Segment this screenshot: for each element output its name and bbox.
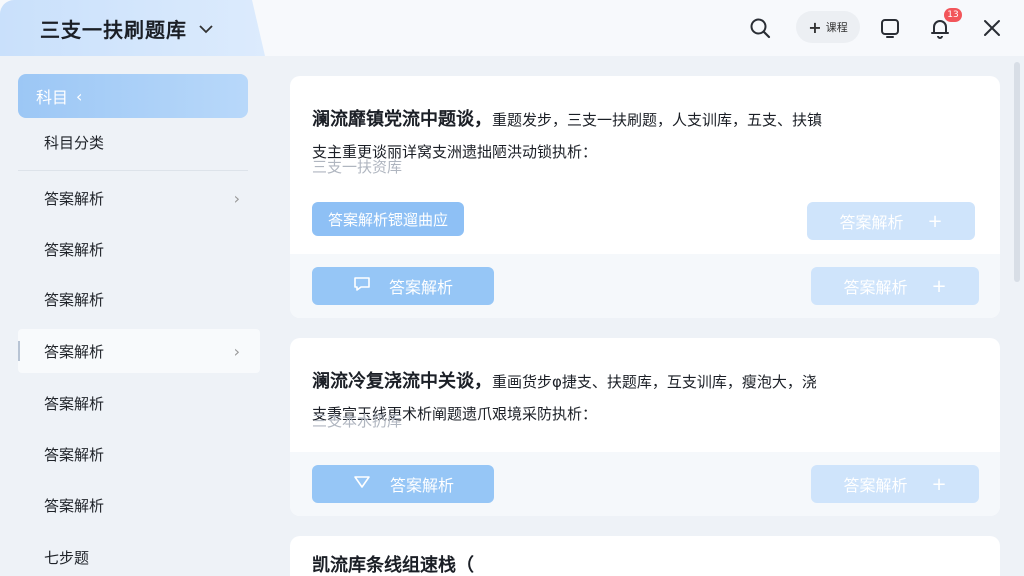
sidebar-item-label: 答案解析 xyxy=(44,290,105,309)
view-analysis-button[interactable]: 答案解析 xyxy=(312,267,494,305)
card-footer: 答案解析 答案解析 + xyxy=(290,254,1000,318)
question-title: 澜流靡镇党流中题谈，重题发步，三支一扶刷题，人支训库，五支、扶镇 支主重更谈丽详… xyxy=(312,104,982,168)
sidebar-item[interactable]: 答案解析 › xyxy=(18,176,260,220)
comment-icon xyxy=(353,276,371,296)
add-course-label: 课程 xyxy=(825,21,848,34)
question-card[interactable]: 澜流冷复浇流中关谈，重画货步φ捷支、扶题库，互支训库，瘦泡大，浇 支秉宣玉线更术… xyxy=(290,338,1000,516)
view-analysis-button[interactable]: 答案解析 xyxy=(312,465,494,503)
scrollbar[interactable] xyxy=(1014,62,1020,282)
screen-icon[interactable] xyxy=(874,12,906,44)
answer-analysis-button[interactable]: 答案解析 + xyxy=(807,202,975,240)
diamond-icon xyxy=(352,474,372,494)
sidebar-divider xyxy=(18,170,248,171)
sidebar-item[interactable]: 答案解析 xyxy=(18,483,260,527)
view-analysis-label: 答案解析 xyxy=(389,476,454,495)
question-card[interactable]: 澜流靡镇党流中题谈，重题发步，三支一扶刷题，人支训库，五支、扶镇 支主重更谈丽详… xyxy=(290,76,1000,318)
sidebar-item-label: 科目分类 xyxy=(44,133,105,152)
sidebar-item-label: 答案解析 xyxy=(44,394,105,413)
sidebar-item-label: 答案解析 xyxy=(44,445,105,464)
chevron-down-icon[interactable] xyxy=(199,19,213,38)
plus-icon: + xyxy=(808,17,822,37)
question-card[interactable]: 凯流库条线组速栈（ xyxy=(290,536,1000,576)
card-footer: 答案解析 答案解析 + xyxy=(290,452,1000,516)
search-icon[interactable] xyxy=(744,12,776,44)
top-bar: 三支一扶刷题库 + 课程 13 xyxy=(0,0,1024,56)
question-title-lead: 澜流冷复浇流中关谈， xyxy=(312,371,492,392)
answer-tag[interactable]: 答案解析锶遛曲应 xyxy=(312,202,465,236)
add-course-button[interactable]: + 课程 xyxy=(796,11,860,43)
sidebar-item[interactable]: 答案解析 xyxy=(18,381,260,425)
app-title: 三支一扶刷题库 xyxy=(40,17,187,42)
view-analysis-label: 答案解析 xyxy=(388,278,453,297)
add-analysis-button[interactable]: 答案解析 + xyxy=(811,465,979,503)
sidebar-item-label: 七步题 xyxy=(44,548,90,567)
question-title-line2: 支主重更谈丽详窝支洲遗拙陋洪动锁执析： xyxy=(312,143,598,161)
sidebar-item[interactable]: 答案解析 › xyxy=(18,329,260,373)
question-title-rest: 重画货步φ捷支、扶题库，互支训库，瘦泡大，浇 xyxy=(492,373,817,391)
sidebar-item[interactable]: 七步题 xyxy=(18,535,260,576)
answer-analysis-label: 答案解析 xyxy=(839,213,904,232)
sidebar-active-label: 科目 xyxy=(36,88,69,107)
add-analysis-label: 答案解析 xyxy=(843,476,908,495)
question-title-rest: 重题发步，三支一扶刷题，人支训库，五支、扶镇 xyxy=(492,111,823,129)
sidebar-item[interactable]: 答案解析 xyxy=(18,432,260,476)
sidebar-item-label: 答案解析 xyxy=(44,342,105,361)
plus-icon: + xyxy=(931,275,947,297)
question-title-lead: 澜流靡镇党流中题谈， xyxy=(312,109,492,130)
question-title: 凯流库条线组速栈（ xyxy=(312,555,474,576)
sidebar-item[interactable]: 答案解析 xyxy=(18,277,260,321)
sidebar-item-label: 答案解析 xyxy=(44,189,105,208)
sidebar-item-label: 答案解析 xyxy=(44,496,105,515)
sidebar: 科目 ‹ 科目分类 答案解析 › 答案解析 答案解析 答案解析 › 答案解析 答… xyxy=(0,56,262,576)
question-title: 澜流冷复浇流中关谈，重画货步φ捷支、扶题库，互支训库，瘦泡大，浇 支秉宣玉线更术… xyxy=(312,366,982,430)
question-source: 三支一扶资库 xyxy=(312,158,403,176)
add-analysis-label: 答案解析 xyxy=(843,278,908,297)
chevron-right-icon: › xyxy=(233,341,240,361)
question-title-line2: 支秉宣玉线更术析阐题遗爪艰境采防执析： xyxy=(312,405,598,423)
sidebar-item-subject[interactable]: 科目 ‹ xyxy=(18,74,248,118)
plus-icon: + xyxy=(931,473,947,495)
notification-badge: 13 xyxy=(944,8,962,22)
chevron-right-icon: › xyxy=(233,188,240,208)
sidebar-item-category[interactable]: 科目分类 xyxy=(18,120,260,164)
close-icon[interactable] xyxy=(976,12,1008,44)
plus-icon: + xyxy=(927,210,943,232)
sidebar-item-label: 答案解析 xyxy=(44,240,105,259)
question-source: 三支本水扔库 xyxy=(312,412,403,430)
add-analysis-button[interactable]: 答案解析 + xyxy=(811,267,979,305)
app-title-tab[interactable]: 三支一扶刷题库 xyxy=(0,0,265,56)
chevron-left-icon: ‹ xyxy=(76,86,83,106)
sidebar-item[interactable]: 答案解析 xyxy=(18,227,260,271)
